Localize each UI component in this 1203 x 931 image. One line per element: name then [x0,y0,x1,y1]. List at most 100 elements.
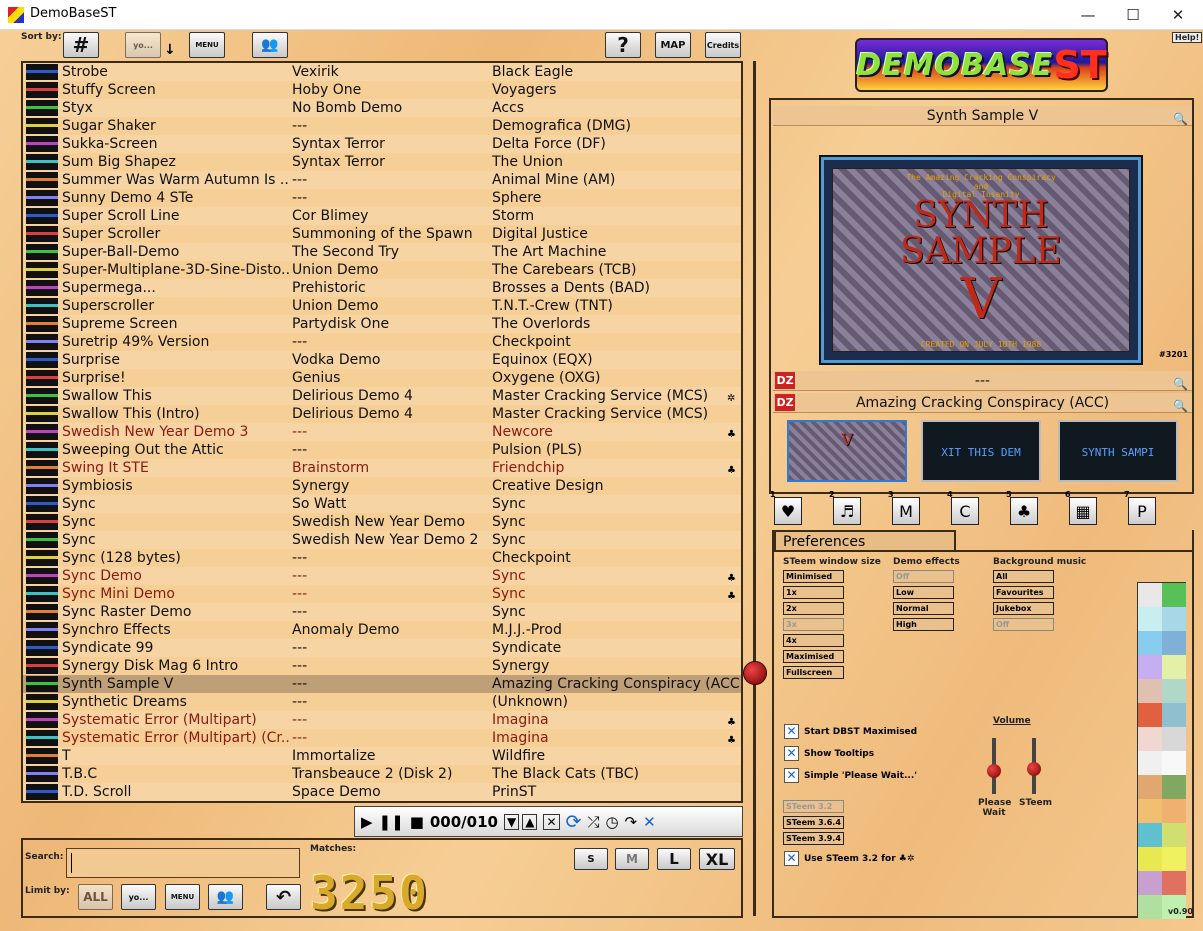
size-xl-button[interactable]: XL [699,848,735,870]
dz-icon[interactable]: DZ [775,394,795,411]
music-option[interactable]: Jukebox [993,602,1054,615]
preferences-tab[interactable]: Preferences [774,530,956,551]
list-row[interactable]: Swallow This Delirious Demo 4 Master Crack… [23,387,741,405]
color-swatch[interactable] [1138,823,1162,847]
list-row[interactable]: Summer Was Warm Autumn Is ... --- Animal M… [23,171,741,189]
color-swatch[interactable] [1138,631,1162,655]
window-size-option[interactable]: Maximised [783,650,844,663]
limit-group-button[interactable]: 👥 [208,884,243,910]
list-row[interactable]: T.B.C Transbeauce 2 (Disk 2) The Black Cat… [23,765,741,783]
list-row[interactable]: Supreme Screen Partydisk One The Overlords [23,315,741,333]
color-swatch[interactable] [1138,871,1162,895]
list-row[interactable]: T Immortalize Wildfire [23,747,741,765]
color-swatch[interactable] [1162,775,1186,799]
steem-version-option[interactable]: STeem 3.2 [783,800,844,813]
sort-number-button[interactable]: # [63,32,99,58]
map-button[interactable]: MAP [655,32,691,58]
sort-year-button[interactable]: yo... [125,32,161,58]
list-row[interactable]: Sunny Demo 4 STe --- Sphere [23,189,741,207]
color-swatch[interactable] [1162,727,1186,751]
color-swatch[interactable] [1162,847,1186,871]
color-swatch[interactable] [1138,727,1162,751]
color-swatch[interactable] [1138,679,1162,703]
splitter[interactable] [753,61,756,916]
show-tooltips-checkbox[interactable]: ✕ Show Tooltips [784,746,874,761]
maximize-button[interactable]: ☐ [1111,0,1155,30]
list-row[interactable]: Sync (128 bytes) --- Checkpoint [23,549,741,567]
list-row[interactable]: Super Scroller Summoning of the Spawn Digi… [23,225,741,243]
demo-effect-option[interactable]: Low [893,586,954,599]
music-option[interactable]: All [993,570,1054,583]
list-row[interactable]: Sync Raster Demo --- Sync [23,603,741,621]
list-row[interactable]: Sukka-Screen Syntax Terror Delta Force (DF… [23,135,741,153]
color-swatch[interactable] [1138,775,1162,799]
clear-icon[interactable]: ✕ [643,813,656,831]
search-icon[interactable]: 🔍 [1173,374,1188,394]
close-button[interactable]: ✕ [1156,0,1200,30]
music-option[interactable]: Off [993,618,1054,631]
list-row[interactable]: Synthetic Dreams --- (Unknown) [23,693,741,711]
list-row[interactable]: Super Scroll Line Cor Blimey Storm [23,207,741,225]
pause-icon[interactable]: ❚❚ [379,813,404,831]
category-tab-4[interactable]: C [951,497,979,525]
list-row[interactable]: Styx No Bomb Demo Accs [23,99,741,117]
window-size-option[interactable]: Minimised [783,570,844,583]
color-swatch[interactable] [1162,583,1186,607]
size-m-button[interactable]: M [615,848,649,870]
repeat-icon[interactable]: ⟳ [566,811,582,833]
redo-icon[interactable]: ↷ [625,813,638,831]
category-tab-5[interactable]: ♣ [1010,497,1038,525]
screenshot[interactable]: The Amazing Cracking Conspiracy and Digi… [821,157,1141,363]
help-question-button[interactable]: ? [605,32,641,58]
color-swatch[interactable] [1138,703,1162,727]
color-swatch[interactable] [1162,631,1186,655]
back-button[interactable]: ↶ [266,884,301,910]
list-row[interactable]: Symbiosis Synergy Creative Design [23,477,741,495]
remove-icon[interactable]: ✕ [543,813,560,830]
color-swatch[interactable] [1162,823,1186,847]
thumbnail-1[interactable]: V [787,420,907,482]
music-option[interactable]: Favourites [993,586,1054,599]
steem-version-option[interactable]: STeem 3.6.4 [783,816,844,829]
timer-icon[interactable]: ◷ [605,813,618,831]
splitter-knob[interactable] [743,661,767,685]
limit-year-button[interactable]: yo... [121,884,156,910]
simple-wait-checkbox[interactable]: ✕ Simple 'Please Wait...' [784,768,917,783]
list-row[interactable]: Syndicate 99 --- Syndicate [23,639,741,657]
up-icon[interactable]: ▲ [522,813,538,830]
search-input[interactable] [66,848,300,878]
color-swatch[interactable] [1138,583,1162,607]
color-swatch[interactable] [1138,895,1162,919]
list-row[interactable]: Strobe Vexirik Black Eagle [23,63,741,81]
list-row[interactable]: Superscroller Union Demo T.N.T.-Crew (TNT) [23,297,741,315]
window-size-option[interactable]: 4x [783,634,844,647]
window-size-option[interactable]: 3x [783,618,844,631]
color-swatch[interactable] [1138,655,1162,679]
help-button[interactable]: Help! [1172,32,1203,43]
color-swatch[interactable] [1162,703,1186,727]
size-l-button[interactable]: L [657,848,691,870]
thumbnail-2[interactable]: XIT THIS DEM [921,420,1041,482]
list-row[interactable]: Synergy Disk Mag 6 Intro --- Synergy [23,657,741,675]
category-tab-6[interactable]: ▦ [1069,497,1097,525]
color-swatch[interactable] [1162,799,1186,823]
list-row[interactable]: Sync Swedish New Year Demo 2 Sync [23,531,741,549]
window-size-option[interactable]: 1x [783,586,844,599]
list-row[interactable]: Stuffy Screen Hoby One Voyagers [23,81,741,99]
color-swatch[interactable] [1162,871,1186,895]
list-row[interactable]: Suretrip 49% Version --- Checkpoint [23,333,741,351]
list-row[interactable]: Synchro Effects Anomaly Demo M.J.J.-Prod [23,621,741,639]
limit-menu-button[interactable]: MENU [165,884,200,910]
list-row[interactable]: Sync Mini Demo --- Sync ♣ [23,585,741,603]
list-row[interactable]: Systematic Error (Multipart) --- Imagina ♣ [23,711,741,729]
list-row[interactable]: T.D. Scroll Space Demo PrinST [23,783,741,801]
color-swatch[interactable] [1138,751,1162,775]
list-row[interactable]: Sweeping Out the Attic --- Pulsion (PLS) [23,441,741,459]
list-row[interactable]: Supermega... Prehistoric Brosses a Dents (… [23,279,741,297]
list-row[interactable]: Swedish New Year Demo 3 --- Newcore ♣ [23,423,741,441]
list-row[interactable]: Swing It STE Brainstorm Friendchip ♣ [23,459,741,477]
color-swatch[interactable] [1162,607,1186,631]
dz-icon[interactable]: DZ [775,372,795,389]
search-icon[interactable]: 🔍 [1173,109,1188,129]
demo-effect-option[interactable]: Normal [893,602,954,615]
